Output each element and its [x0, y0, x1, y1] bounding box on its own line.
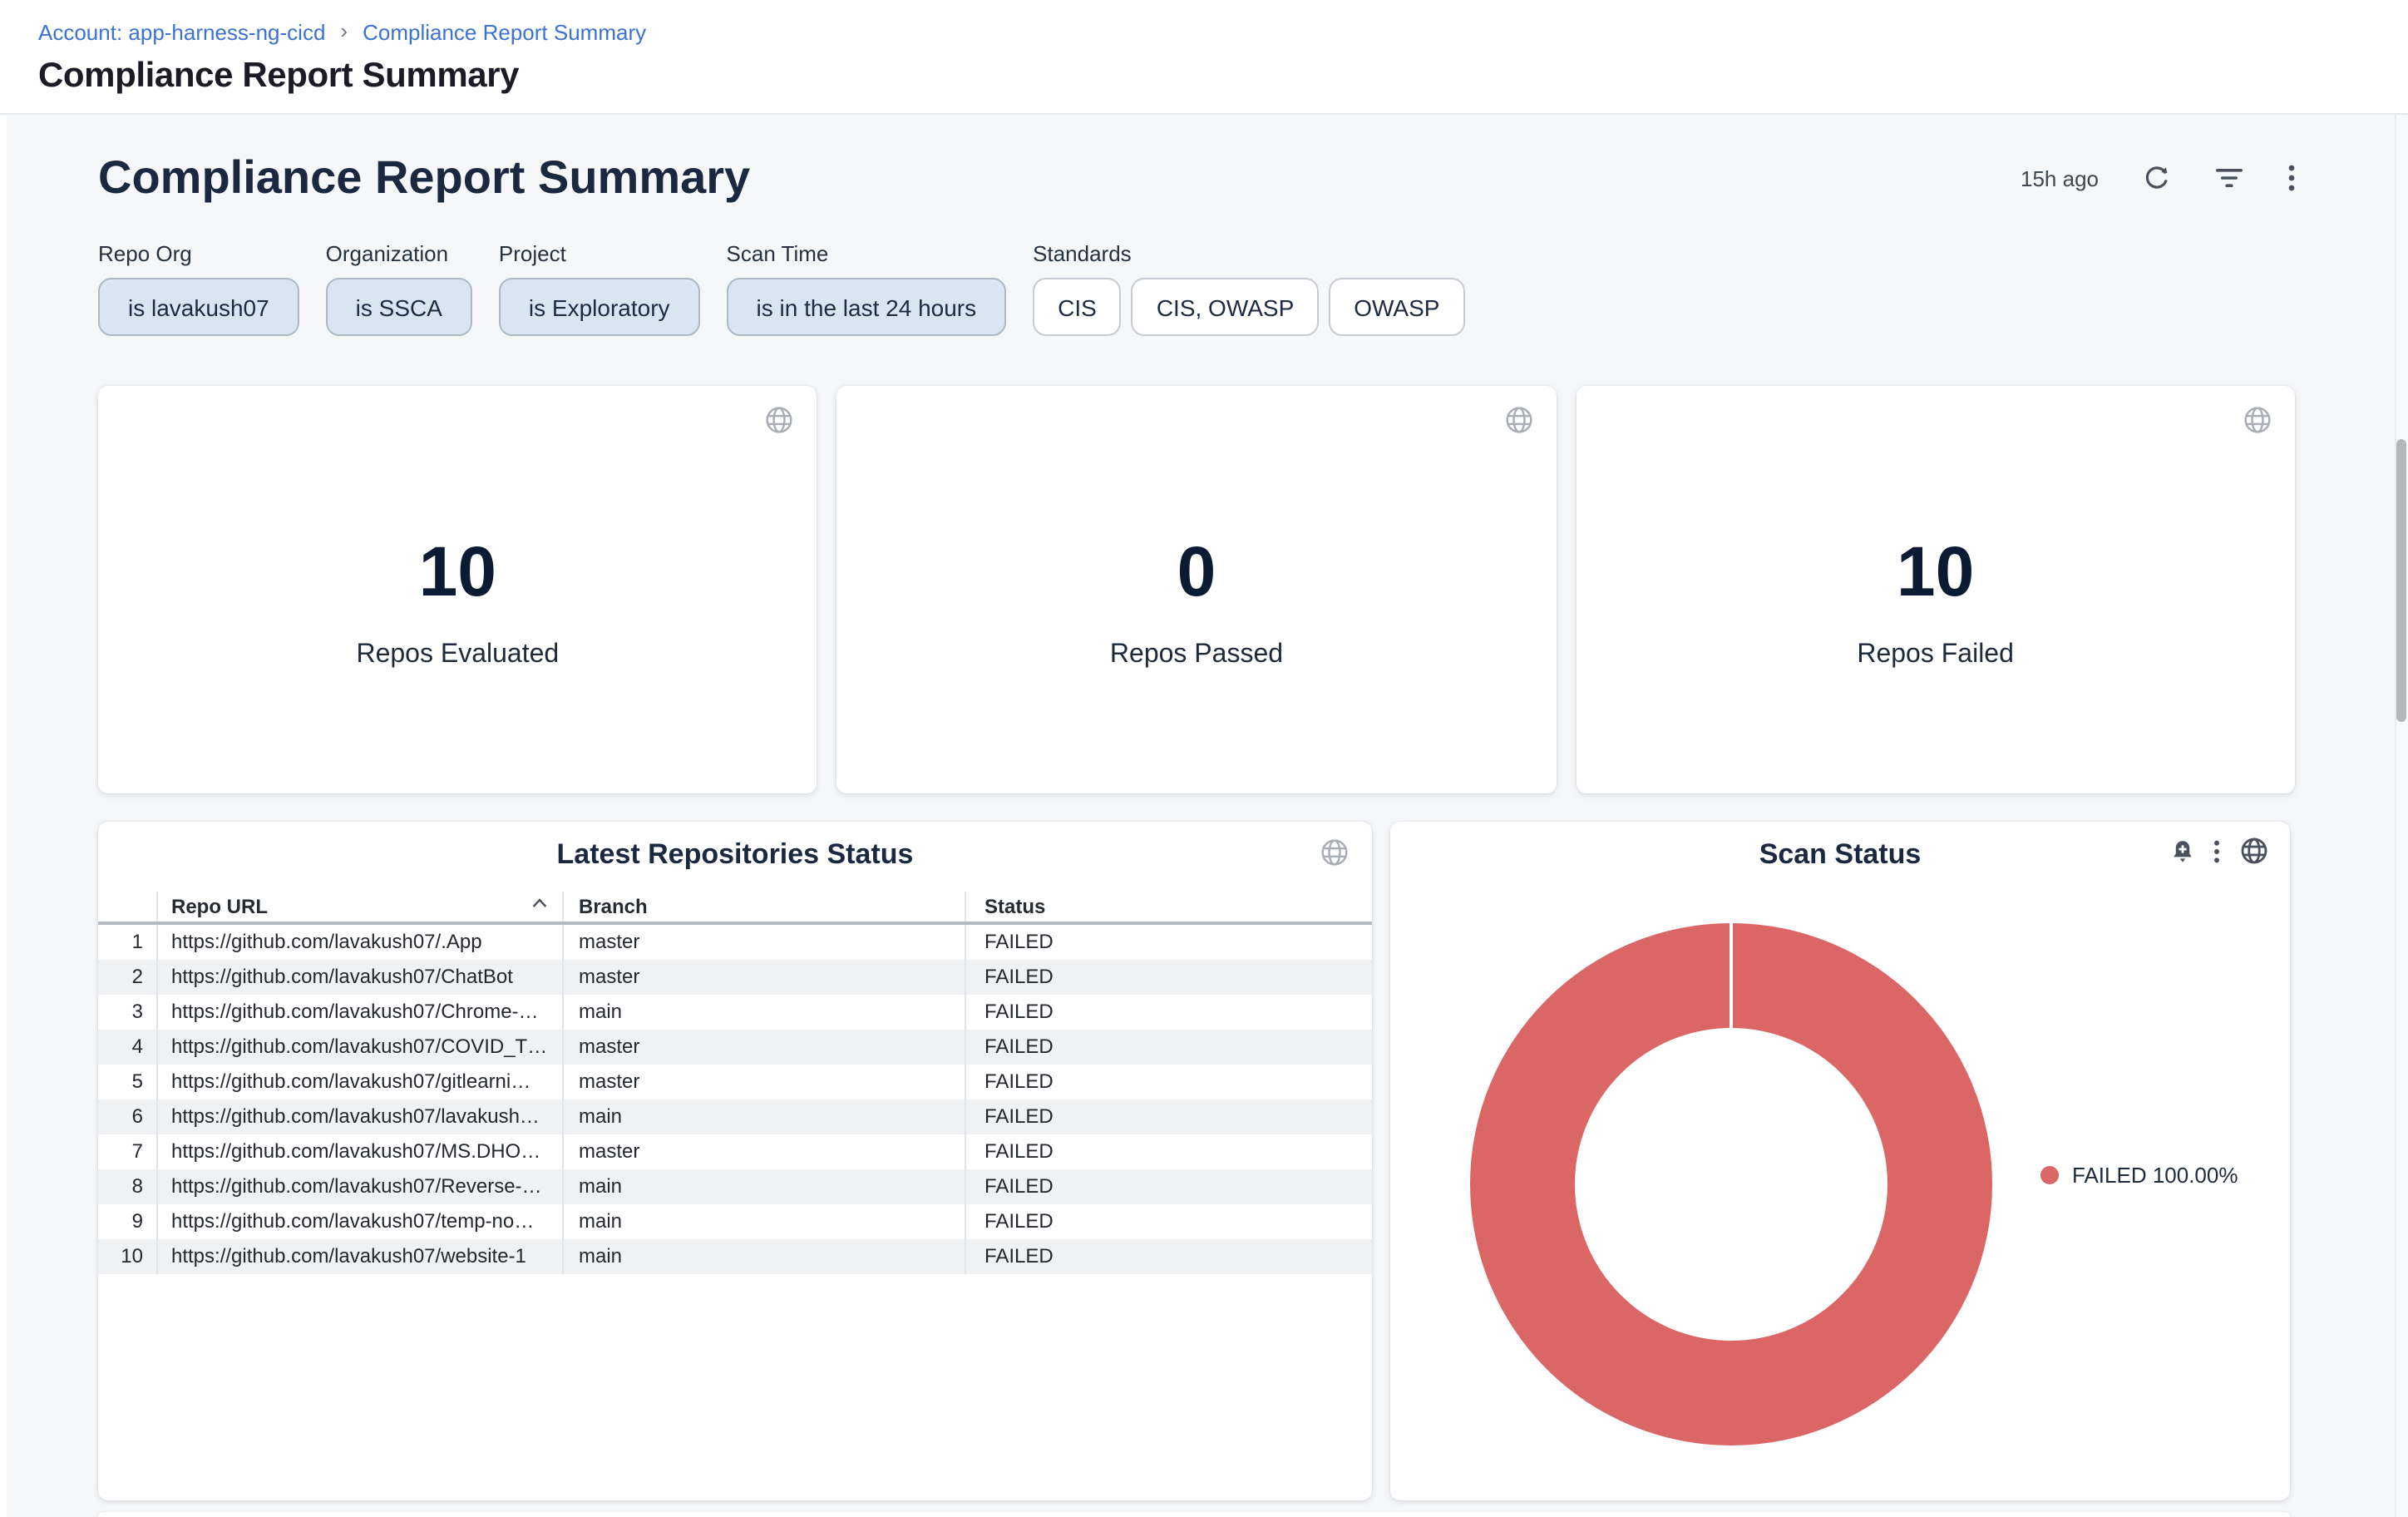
table-row[interactable]: 10 https://github.com/lavakush07/website… [98, 1239, 1372, 1274]
standards-chip-owasp[interactable]: OWASP [1329, 278, 1464, 336]
filter-label: Standards [1033, 241, 1464, 266]
kebab-menu-icon[interactable] [2213, 839, 2220, 862]
scan-panel-title: Scan Status [1390, 838, 2290, 872]
globe-icon[interactable] [766, 406, 794, 434]
filters-bar: Repo Org is lavakush07 Organization is S… [98, 241, 1464, 336]
report-toolbar: 15h ago [2021, 165, 2295, 191]
vertical-scrollbar-track[interactable] [2395, 115, 2408, 1517]
kebab-menu-icon[interactable] [2288, 165, 2295, 191]
next-panel-top-edge [98, 1512, 2290, 1517]
table-row[interactable]: 5 https://github.com/lavakush07/gitlearn… [98, 1065, 1372, 1099]
filter-group-project: Project is Exploratory [499, 241, 700, 336]
scan-status-panel: Scan Status [1390, 822, 2290, 1500]
row-number-header [98, 892, 156, 922]
filter-label: Scan Time [727, 241, 1007, 266]
breadcrumb: Account: app-harness-ng-cicd › Complianc… [38, 20, 646, 47]
table-row[interactable]: 2 https://github.com/lavakush07/ChatBot … [98, 960, 1372, 995]
stat-card-repos-evaluated: 10 Repos Evaluated [98, 386, 817, 793]
dashboard-page: Account: app-harness-ng-cicd › Complianc… [0, 0, 2408, 1517]
globe-icon[interactable] [1320, 838, 1349, 867]
globe-icon[interactable] [1504, 406, 1532, 434]
chevron-right-icon: › [340, 18, 348, 45]
page-title: Compliance Report Summary [38, 57, 519, 96]
bell-plus-icon[interactable] [2172, 839, 2193, 862]
table-row[interactable]: 3 https://github.com/lavakush07/Chrome-…… [98, 995, 1372, 1030]
filter-chip-scan-time[interactable]: is in the last 24 hours [727, 278, 1007, 336]
table-row[interactable]: 4 https://github.com/lavakush07/COVID_T…… [98, 1030, 1372, 1065]
legend-label: FAILED 100.00% [2072, 1163, 2238, 1188]
stat-value: 10 [419, 532, 496, 612]
standards-chip-cis-owasp[interactable]: CIS, OWASP [1132, 278, 1319, 336]
table-header-row: Repo URL Branch Status [98, 892, 1372, 922]
column-header-repo-url[interactable]: Repo URL [156, 892, 562, 922]
legend-color-dot [2040, 1166, 2059, 1184]
filter-label: Repo Org [98, 241, 299, 266]
donut-hole [1575, 1028, 1887, 1341]
breadcrumb-account-link[interactable]: Account: app-harness-ng-cicd [38, 20, 325, 47]
scan-status-donut-failed-slice[interactable] [1470, 923, 1992, 1445]
donut-legend-item-failed[interactable]: FAILED 100.00% [2040, 1163, 2238, 1188]
stat-label: Repos Failed [1857, 640, 2014, 670]
vertical-scrollbar-thumb[interactable] [2396, 439, 2406, 722]
table-row[interactable]: 9 https://github.com/lavakush07/temp-no…… [98, 1204, 1372, 1239]
sort-ascending-caret-icon [532, 898, 547, 908]
table-row[interactable]: 8 https://github.com/lavakush07/Reverse-… [98, 1169, 1372, 1204]
column-header-status[interactable]: Status [965, 892, 1372, 922]
app-header: Account: app-harness-ng-cicd › Complianc… [0, 0, 2408, 115]
filter-group-scan-time: Scan Time is in the last 24 hours [727, 241, 1007, 336]
table-row[interactable]: 7 https://github.com/lavakush07/MS.DHO… … [98, 1134, 1372, 1169]
filter-group-organization: Organization is SSCA [326, 241, 472, 336]
refresh-icon[interactable] [2144, 165, 2170, 191]
globe-icon[interactable] [2240, 837, 2268, 865]
stat-value: 10 [1897, 532, 1974, 612]
breadcrumb-current-link[interactable]: Compliance Report Summary [363, 20, 646, 47]
donut-slice-divider [1730, 923, 1733, 1030]
filter-group-standards: Standards CIS CIS, OWASP OWASP [1033, 241, 1464, 336]
scan-panel-toolbar [2172, 837, 2268, 865]
last-updated-text: 15h ago [2021, 166, 2099, 190]
standards-chip-cis[interactable]: CIS [1033, 278, 1122, 336]
stat-card-repos-failed: 10 Repos Failed [1576, 386, 2295, 793]
globe-icon[interactable] [2243, 406, 2272, 434]
stat-label: Repos Passed [1110, 640, 1283, 670]
filter-chip-organization[interactable]: is SSCA [326, 278, 472, 336]
column-header-branch[interactable]: Branch [562, 892, 965, 922]
filter-label: Project [499, 241, 700, 266]
filter-group-repo-org: Repo Org is lavakush07 [98, 241, 299, 336]
stat-value: 0 [1177, 532, 1216, 612]
stat-card-repos-passed: 0 Repos Passed [837, 386, 1557, 793]
table-panel-title: Latest Repositories Status [98, 838, 1372, 872]
left-gutter [0, 115, 7, 1517]
table-row[interactable]: 6 https://github.com/lavakush07/lavakush… [98, 1099, 1372, 1134]
repositories-table: Repo URL Branch Status 1 https://github.… [98, 892, 1372, 1274]
report-title: Compliance Report Summary [98, 153, 750, 203]
filter-label: Organization [326, 241, 472, 266]
filter-chip-project[interactable]: is Exploratory [499, 278, 700, 336]
stat-label: Repos Evaluated [356, 640, 559, 670]
table-row[interactable]: 1 https://github.com/lavakush07/.App mas… [98, 925, 1372, 960]
stat-cards-row: 10 Repos Evaluated 0 Repos Passed 10 Rep… [98, 386, 2295, 793]
filter-chip-repo-org[interactable]: is lavakush07 [98, 278, 299, 336]
filter-icon[interactable] [2215, 166, 2243, 190]
latest-repositories-panel: Latest Repositories Status Repo URL Br [98, 822, 1372, 1500]
